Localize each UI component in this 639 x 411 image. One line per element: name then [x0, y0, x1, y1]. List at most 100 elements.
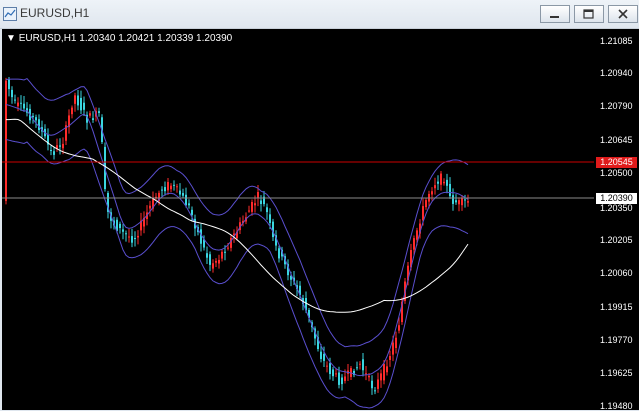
candle-body: [329, 363, 331, 374]
candle-body: [362, 359, 364, 371]
candle-body: [212, 263, 214, 269]
candle-body: [125, 233, 127, 235]
candle-body: [431, 191, 433, 195]
candle-body: [398, 325, 400, 331]
candle-body: [89, 113, 91, 116]
candle-body: [167, 182, 169, 191]
candle-body: [131, 236, 133, 243]
candle-body: [383, 364, 385, 381]
candle-body: [134, 237, 136, 240]
candle-body: [323, 354, 325, 361]
candle-body: [191, 209, 193, 215]
candle-body: [260, 200, 262, 205]
candle-body: [92, 118, 94, 120]
candle-body: [215, 260, 217, 263]
candle-body: [392, 342, 394, 355]
candle-body: [77, 95, 79, 106]
candle-body: [440, 173, 442, 185]
candle-body: [119, 223, 121, 229]
candle-body: [5, 80, 7, 201]
candle-body: [443, 181, 445, 184]
candle-body: [80, 97, 82, 111]
candle-body: [266, 207, 268, 213]
candle-body: [179, 190, 181, 195]
candle-body: [257, 192, 259, 199]
candle-body: [161, 189, 163, 191]
restore-button[interactable]: [574, 5, 604, 23]
candle-body: [380, 373, 382, 381]
candle-body: [74, 95, 76, 104]
candle-body: [413, 238, 415, 250]
candle-body: [188, 203, 190, 206]
price-tick: 1.20940: [600, 68, 633, 78]
candle-body: [170, 185, 172, 190]
candle-body: [461, 198, 463, 206]
price-tick: 1.20790: [600, 101, 633, 111]
minimize-button[interactable]: [540, 5, 570, 23]
candle-body: [20, 102, 22, 104]
candle-body: [278, 248, 280, 259]
candle-body: [23, 103, 25, 109]
candle-body: [464, 199, 466, 201]
candle-body: [62, 143, 64, 149]
candle-body: [11, 89, 13, 98]
candle-body: [98, 111, 100, 113]
candle-body: [335, 373, 337, 375]
candle-body: [254, 203, 256, 206]
candle-body: [209, 254, 211, 265]
candle-body: [128, 236, 130, 238]
candle-body: [272, 221, 274, 238]
candle-body: [185, 194, 187, 206]
candle-body: [416, 230, 418, 240]
candle-body: [17, 102, 19, 107]
candle-body: [365, 373, 367, 375]
close-icon: [618, 9, 628, 19]
ohlc-values: 1.20340 1.20421 1.20339 1.20390: [79, 33, 233, 44]
candle-body: [164, 187, 166, 192]
candle-body: [206, 253, 208, 258]
candle-body: [377, 379, 379, 389]
chart-window-icon: [3, 6, 17, 21]
candle-body: [341, 377, 343, 385]
candle-body: [35, 117, 37, 121]
candle-body: [332, 369, 334, 377]
candle-body: [389, 356, 391, 360]
candle-body: [386, 366, 388, 373]
candle-body: [320, 351, 322, 359]
candle-body: [437, 181, 439, 184]
candle-body: [326, 365, 328, 367]
price-tick: 1.20350: [600, 203, 633, 213]
price-tick: 1.20500: [600, 168, 633, 178]
candle-body: [359, 363, 361, 365]
candle-body: [425, 200, 427, 208]
price-tick: 1.20060: [600, 268, 633, 278]
candle-body: [248, 210, 250, 212]
candle-body: [227, 247, 229, 249]
price-tick: 1.19915: [600, 302, 633, 312]
minimize-icon: [550, 16, 559, 18]
candle-body: [338, 372, 340, 385]
price-scale[interactable]: [594, 29, 639, 410]
chart-background: [2, 29, 594, 410]
candle-body: [458, 200, 460, 205]
candle-body: [395, 337, 397, 348]
close-button[interactable]: [608, 5, 638, 23]
candle-body: [221, 251, 223, 259]
collapse-triangle-icon[interactable]: ▼: [6, 33, 16, 44]
candle-body: [218, 259, 220, 264]
price-tick: 1.19770: [600, 335, 633, 345]
candle-body: [173, 184, 175, 186]
candle-body: [149, 205, 151, 209]
price-chart[interactable]: [2, 29, 594, 410]
candle-body: [224, 251, 226, 253]
window-titlebar: EURUSD,H1: [0, 0, 639, 29]
candle-body: [467, 201, 469, 203]
candle-body: [269, 214, 271, 223]
candle-body: [83, 102, 85, 110]
candle-body: [137, 235, 139, 238]
candle-body: [371, 380, 373, 389]
price-tick: 1.19625: [600, 368, 633, 378]
candle-body: [455, 200, 457, 203]
candle-body: [356, 367, 358, 369]
candle-body: [452, 195, 454, 204]
